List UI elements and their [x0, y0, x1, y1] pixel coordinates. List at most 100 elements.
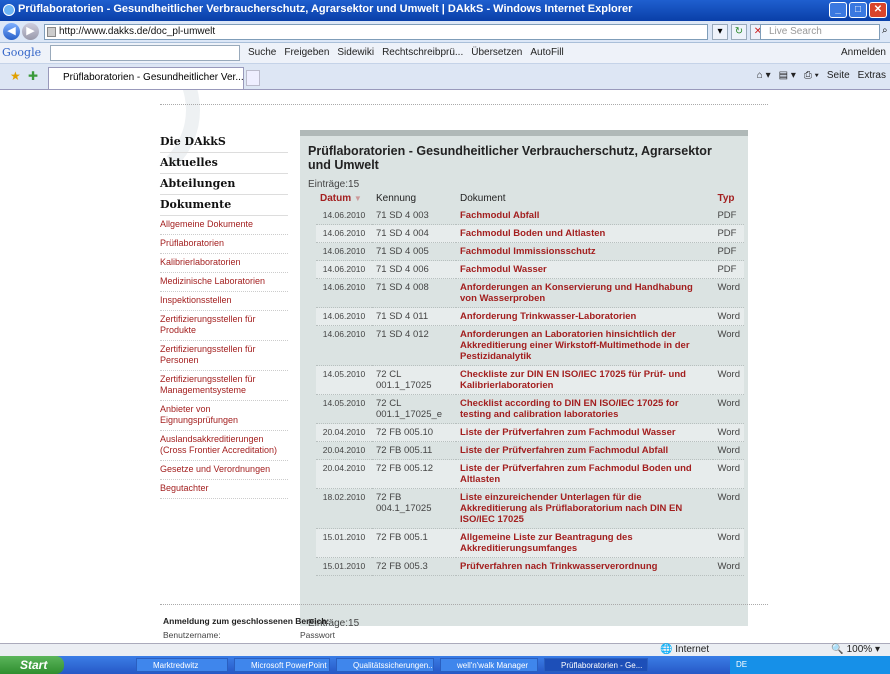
tab-active[interactable]: Prüflaboratorien - Gesundheitlicher Ver.… [48, 67, 244, 89]
nav-pruflaboratorien[interactable]: Prüflaboratorien [160, 235, 288, 254]
row-kennung: 72 FB 004.1_17025 [372, 488, 456, 529]
gtb-freigeben[interactable]: Freigeben [284, 47, 329, 58]
taskbar-item[interactable]: Qualitätssicherungen... [336, 658, 434, 672]
row-date: 14.06.2010 [316, 242, 372, 261]
col-typ[interactable]: Typ [713, 190, 744, 207]
close-icon[interactable]: ✕ [869, 2, 887, 18]
row-date: 14.06.2010 [316, 260, 372, 279]
feeds-icon[interactable]: ▤ ▾ [779, 70, 796, 81]
row-kennung: 72 FB 005.11 [372, 441, 456, 460]
row-document-link[interactable]: Allgemeine Liste zur Beantragung des Akk… [456, 528, 714, 558]
nav-zert-produkte[interactable]: Zertifizierungsstellen für Produkte [160, 311, 288, 341]
row-date: 14.06.2010 [316, 325, 372, 366]
row-document-link[interactable]: Fachmodul Abfall [456, 207, 714, 225]
row-date: 20.04.2010 [316, 441, 372, 460]
gtb-sidewiki[interactable]: Sidewiki [337, 47, 374, 58]
row-document-link[interactable]: Liste der Prüfverfahren zum Fachmodul Wa… [456, 423, 714, 442]
col-dokument[interactable]: Dokument [456, 190, 713, 207]
row-type: PDF [713, 242, 744, 261]
row-date: 14.06.2010 [316, 224, 372, 243]
nav-aktuelles[interactable]: Aktuelles [160, 153, 288, 174]
row-document-link[interactable]: Liste der Prüfverfahren zum Fachmodul Bo… [456, 459, 714, 489]
row-date: 15.01.2010 [316, 557, 372, 576]
refresh-icon[interactable]: ↻ [731, 24, 747, 40]
taskbar-item[interactable]: Marktredwitz [136, 658, 228, 672]
row-kennung: 72 FB 005.1 [372, 528, 456, 558]
zoom-level[interactable]: 🔍 100% ▾ [831, 644, 880, 655]
taskbar-item[interactable]: well'n'walk Manager [440, 658, 538, 672]
address-text: http://www.dakks.de/doc_pl-umwelt [59, 26, 216, 37]
minimize-icon[interactable]: _ [829, 2, 847, 18]
row-document-link[interactable]: Anforderung Trinkwasser-Laboratorien [456, 307, 714, 326]
row-document-link[interactable]: Checklist according to DIN EN ISO/IEC 17… [456, 394, 714, 424]
dropdown-icon[interactable]: ▾ [712, 24, 728, 40]
taskbar-item-active[interactable]: Prüflaboratorien - Ge... [544, 658, 648, 672]
row-document-link[interactable]: Anforderungen an Konservierung und Handh… [456, 278, 714, 308]
table-row: 14.06.2010 71 SD 4 004 Fachmodul Boden und… [316, 224, 744, 243]
row-document-link[interactable]: Liste der Prüfverfahren zum Fachmodul Ab… [456, 441, 714, 460]
gtb-suche[interactable]: Suche [248, 47, 276, 58]
row-type: Word [713, 325, 744, 366]
start-button[interactable]: Start [0, 656, 64, 674]
row-document-link[interactable]: Fachmodul Immissionsschutz [456, 242, 714, 261]
gtb-uebersetzen[interactable]: Übersetzen [471, 47, 522, 58]
nav-kalibrierlaboratorien[interactable]: Kalibrierlaboratorien [160, 254, 288, 273]
row-document-link[interactable]: Fachmodul Boden und Altlasten [456, 224, 714, 243]
row-kennung: 71 SD 4 012 [372, 325, 456, 366]
forward-icon[interactable]: ▶ [22, 23, 39, 40]
row-type: Word [713, 394, 744, 424]
gtb-anmelden[interactable]: Anmelden [841, 47, 886, 58]
col-kennung[interactable]: Kennung [372, 190, 456, 207]
tray-lang[interactable]: DE [736, 660, 747, 669]
print-icon[interactable]: ⎙ ▾ [804, 70, 819, 81]
row-document-link[interactable]: Checkliste zur DIN EN ISO/IEC 17025 für … [456, 365, 714, 395]
nav-inspektionsstellen[interactable]: Inspektionsstellen [160, 292, 288, 311]
add-favorites-icon[interactable]: ✚ [28, 69, 38, 83]
row-document-link[interactable]: Anforderungen an Laboratorien hinsichtli… [456, 325, 714, 366]
home-icon[interactable]: ⌂ ▾ [757, 70, 771, 81]
row-document-link[interactable]: Fachmodul Wasser [456, 260, 714, 279]
row-document-link[interactable]: Prüfverfahren nach Trinkwasserverordnung [456, 557, 714, 576]
favorites-star-icon[interactable]: ★ [10, 69, 21, 83]
entries-count-top: Einträge:15 [308, 179, 360, 190]
system-tray: DE [730, 656, 890, 674]
table-row: 15.01.2010 72 FB 005.1 Allgemeine Liste zu… [316, 528, 744, 558]
cmd-extras[interactable]: Extras [858, 70, 886, 81]
google-search-input[interactable] [50, 45, 240, 61]
row-document-link[interactable]: Liste einzureichender Unterlagen für die… [456, 488, 714, 529]
live-search-input[interactable]: Live Search [760, 24, 880, 40]
nav-medizinische-laboratorien[interactable]: Medizinische Laboratorien [160, 273, 288, 292]
col-datum[interactable]: Datum ▼ [316, 190, 372, 207]
row-type: PDF [713, 260, 744, 279]
nav-zert-personen[interactable]: Zertifizierungsstellen für Personen [160, 341, 288, 371]
cmd-seite[interactable]: Seite [827, 70, 850, 81]
gtb-autofill[interactable]: AutoFill [530, 47, 563, 58]
row-kennung: 72 CL 001.1_17025 [372, 365, 456, 395]
nav-gesetze-verordnungen[interactable]: Gesetze und Verordnungen [160, 461, 288, 480]
page-title: Prüflaboratorien - Gesundheitlicher Verb… [308, 144, 712, 172]
taskbar-item[interactable]: Microsoft PowerPoint ... [234, 658, 330, 672]
nav-eignungspruefungen[interactable]: Anbieter von Eignungsprüfungen [160, 401, 288, 431]
nav-zert-managementsysteme[interactable]: Zertifizierungsstellen für Managementsys… [160, 371, 288, 401]
nav-begutachter[interactable]: Begutachter [160, 480, 288, 499]
nav-auslandsakkreditierungen[interactable]: Auslandsakkreditierungen (Cross Frontier… [160, 431, 288, 461]
nav-allgemeine-dokumente[interactable]: Allgemeine Dokumente [160, 216, 288, 235]
gtb-rechtschreibung[interactable]: Rechtschreibprü... [382, 47, 463, 58]
nav-dokumente[interactable]: Dokumente [160, 195, 288, 216]
address-input[interactable]: http://www.dakks.de/doc_pl-umwelt [44, 24, 708, 40]
row-date: 20.04.2010 [316, 459, 372, 489]
table-row: 20.04.2010 72 FB 005.12 Liste der Prüfverf… [316, 459, 744, 489]
back-icon[interactable]: ◀ [3, 23, 20, 40]
row-type: PDF [713, 207, 744, 225]
new-tab-button[interactable] [246, 70, 260, 86]
row-type: Word [713, 278, 744, 308]
table-row: 14.05.2010 72 CL 001.1_17025_e Checklist a… [316, 394, 744, 424]
nav-abteilungen[interactable]: Abteilungen [160, 174, 288, 195]
ie-logo-icon [3, 4, 15, 16]
row-kennung: 71 SD 4 003 [372, 207, 456, 225]
row-type: Word [713, 423, 744, 442]
row-type: Word [713, 365, 744, 395]
nav-die-dakks[interactable]: Die DAkkS [160, 132, 288, 153]
search-icon[interactable]: ⌕ [882, 25, 888, 36]
maximize-icon[interactable]: □ [849, 2, 867, 18]
